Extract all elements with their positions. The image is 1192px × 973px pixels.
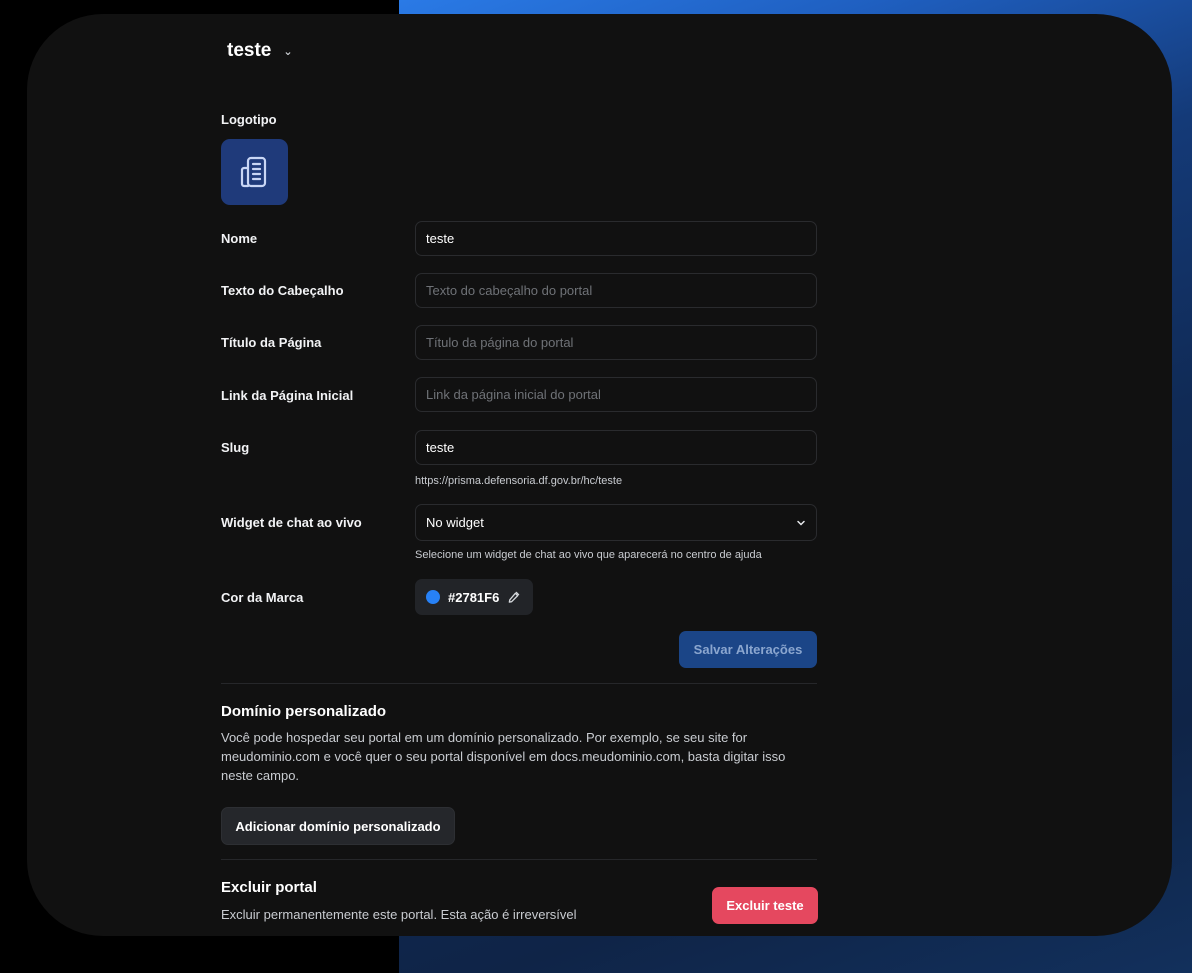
widget-selected-value: No widget bbox=[426, 515, 484, 530]
slug-url: https://prisma.defensoria.df.gov.br/hc/t… bbox=[415, 475, 623, 487]
custom-domain-description: Você pode hospedar seu portal em um domí… bbox=[221, 730, 786, 783]
add-custom-domain-button[interactable]: Adicionar domínio personalizado bbox=[221, 807, 455, 845]
chevron-down-icon: ⌄ bbox=[283, 45, 293, 58]
section-divider bbox=[221, 859, 817, 860]
logo-label: Logotipo bbox=[221, 112, 277, 127]
page-title-input[interactable] bbox=[415, 325, 817, 360]
widget-label: Widget de chat ao vivo bbox=[221, 515, 362, 530]
brand-color-hex: #2781F6 bbox=[448, 589, 500, 605]
header-text-label: Texto do Cabeçalho bbox=[221, 283, 344, 298]
chevron-down-icon bbox=[797, 520, 805, 526]
eyedropper-icon bbox=[508, 591, 520, 603]
portal-switcher[interactable]: teste ⌄ bbox=[227, 40, 293, 62]
header-text-input[interactable] bbox=[415, 273, 817, 308]
portal-name: teste bbox=[227, 40, 272, 61]
section-divider bbox=[221, 683, 817, 684]
custom-domain-title: Domínio personalizado bbox=[221, 703, 387, 720]
page-title-label: Título da Página bbox=[221, 335, 322, 350]
slug-label: Slug bbox=[221, 440, 250, 455]
logo-upload[interactable] bbox=[221, 139, 288, 205]
save-changes-button[interactable]: Salvar Alterações bbox=[679, 631, 817, 668]
name-label: Nome bbox=[221, 231, 258, 246]
slug-input[interactable] bbox=[415, 430, 817, 465]
delete-portal-button[interactable]: Excluir teste bbox=[712, 887, 818, 924]
name-input[interactable] bbox=[415, 221, 817, 256]
delete-portal-description: Excluir permanentemente este portal. Est… bbox=[221, 907, 577, 922]
settings-panel: teste ⌄ Logotipo Nome Texto do Cabeçalho… bbox=[27, 14, 1172, 936]
brand-color-picker[interactable]: #2781F6 bbox=[415, 579, 533, 615]
building-icon bbox=[240, 156, 266, 188]
widget-help: Selecione um widget de chat ao vivo que … bbox=[415, 549, 762, 561]
widget-select[interactable]: No widget bbox=[415, 504, 817, 541]
brand-color-label: Cor da Marca bbox=[221, 590, 304, 605]
home-link-label: Link da Página Inicial bbox=[221, 388, 354, 403]
delete-portal-title: Excluir portal bbox=[221, 879, 317, 896]
color-swatch bbox=[426, 590, 440, 604]
home-link-input[interactable] bbox=[415, 377, 817, 412]
